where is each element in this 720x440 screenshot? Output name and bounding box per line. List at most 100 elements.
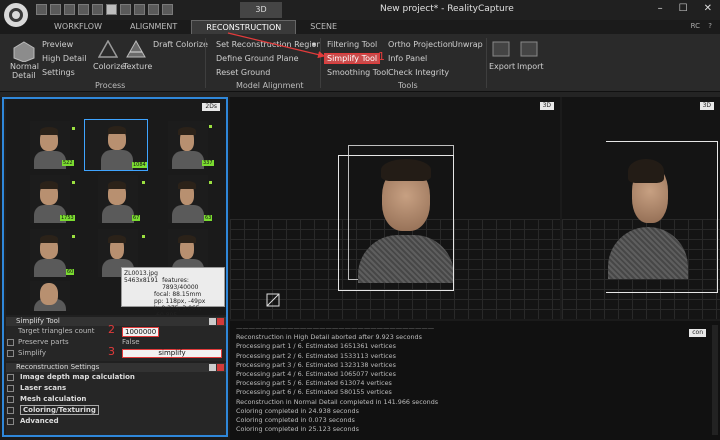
title-bar: 3D New project* - RealityCapture – ☐ ✕ bbox=[0, 0, 720, 27]
maximize-button[interactable]: ☐ bbox=[679, 3, 688, 14]
colorize-button[interactable]: Colorize bbox=[93, 62, 125, 71]
layout-icon[interactable] bbox=[64, 4, 75, 15]
tab-alignment[interactable]: ALIGNMENT bbox=[116, 20, 191, 34]
minimize-button[interactable]: – bbox=[658, 3, 663, 14]
feature-tag: 67 bbox=[132, 215, 141, 221]
panel-title: Reconstruction Settings bbox=[16, 363, 100, 371]
view-badge-console[interactable]: con bbox=[689, 329, 706, 337]
status-dot bbox=[72, 181, 75, 184]
log-line: Reconstruction in Normal Detail complete… bbox=[236, 397, 439, 406]
reset-ground-button[interactable]: Reset Ground bbox=[216, 68, 270, 77]
rc-label: RC bbox=[690, 22, 700, 30]
settings-section[interactable]: Mesh calculation bbox=[6, 394, 226, 405]
image-thumbnail[interactable] bbox=[168, 175, 208, 223]
export-icon bbox=[492, 41, 510, 57]
layout-icon[interactable] bbox=[50, 4, 61, 15]
settings-section[interactable]: Image depth map calculation bbox=[6, 372, 226, 383]
simplify-button[interactable]: simplify bbox=[122, 349, 222, 358]
expand-icon[interactable] bbox=[7, 396, 14, 403]
import-icon bbox=[520, 41, 538, 57]
expand-icon[interactable] bbox=[7, 385, 14, 392]
pin-icon[interactable] bbox=[209, 318, 216, 325]
smoothing-tool-button[interactable]: Smoothing Tool bbox=[327, 68, 388, 77]
log-line: Processing part 6 / 6. Estimated 580155 … bbox=[236, 388, 392, 397]
preserve-parts-value[interactable]: False bbox=[122, 337, 140, 348]
draft-colorize-button[interactable]: Draft Colorize bbox=[153, 40, 208, 49]
feature-tag: 63 bbox=[204, 215, 213, 221]
axis-gizmo-icon bbox=[266, 293, 280, 307]
help-button[interactable]: ? bbox=[708, 22, 712, 30]
layout-icon[interactable] bbox=[78, 4, 89, 15]
left-panel: 2Ds 522 1084 337 1753 67 63 60 63 ZL0013… bbox=[2, 97, 228, 437]
image-tooltip: ZL0013.jpg 5463x8191 features: 7893/4000… bbox=[121, 267, 225, 319]
log-line: Processing part 5 / 6. Estimated 613074 … bbox=[236, 379, 392, 388]
window-title: New project* - RealityCapture bbox=[380, 4, 514, 14]
ortho-projection-button[interactable]: Ortho Projection bbox=[388, 40, 453, 49]
expand-icon[interactable] bbox=[7, 418, 14, 425]
simplify-tool-button[interactable]: Simplify Tool bbox=[324, 53, 381, 64]
layout-icon[interactable] bbox=[36, 4, 47, 15]
layout-icon[interactable] bbox=[106, 4, 117, 15]
view-badge-3d[interactable]: 3D bbox=[539, 102, 554, 110]
right-3d-view[interactable]: 3D bbox=[562, 97, 720, 319]
view-badge-2ds[interactable]: 2Ds bbox=[202, 103, 220, 111]
settings-button[interactable]: Settings bbox=[42, 68, 75, 77]
import-button[interactable]: Import bbox=[517, 62, 544, 71]
group-label-model-alignment: Model Alignment bbox=[236, 81, 304, 90]
feature-tag: 522 bbox=[62, 160, 74, 166]
layout-icon[interactable] bbox=[162, 4, 173, 15]
reconstruction-region-box[interactable] bbox=[338, 155, 454, 291]
status-dot bbox=[142, 235, 145, 238]
chevron-down-icon[interactable]: ▾ bbox=[312, 40, 316, 49]
reconstruction-settings-panel: Reconstruction Settings Image depth map … bbox=[6, 363, 226, 435]
tooltip-features: features: 7893/40000 bbox=[162, 277, 199, 291]
images-2d-view[interactable]: 2Ds 522 1084 337 1753 67 63 60 63 ZL0013… bbox=[6, 99, 226, 319]
export-button[interactable]: Export bbox=[489, 62, 515, 71]
settings-section[interactable]: Coloring/Texturing bbox=[6, 405, 226, 416]
expand-icon[interactable] bbox=[7, 407, 14, 414]
normal-detail-button[interactable]: Normal bbox=[10, 62, 39, 71]
tab-scene[interactable]: SCENE bbox=[296, 20, 351, 34]
console-scrollbar[interactable] bbox=[712, 325, 718, 435]
expand-icon[interactable] bbox=[7, 374, 14, 381]
info-panel-button[interactable]: Info Panel bbox=[388, 54, 427, 63]
console-log: Reconstruction in High Detail aborted af… bbox=[236, 333, 714, 434]
check-integrity-button[interactable]: Check Integrity bbox=[388, 68, 449, 77]
tab-workflow[interactable]: WORKFLOW bbox=[40, 20, 116, 34]
filtering-tool-button[interactable]: Filtering Tool bbox=[327, 40, 377, 49]
ribbon-tabs: WORKFLOW ALIGNMENT RECONSTRUCTION SCENE bbox=[40, 20, 351, 34]
view-badge-3d[interactable]: 3D bbox=[699, 102, 714, 110]
property-row-target-triangles: Target triangles count 1000000 2 bbox=[6, 324, 226, 337]
layout-icon[interactable] bbox=[148, 4, 159, 15]
settings-section[interactable]: Advanced bbox=[6, 416, 226, 427]
layout-icon[interactable] bbox=[120, 4, 131, 15]
high-detail-button[interactable]: High Detail bbox=[42, 54, 87, 63]
status-dot bbox=[209, 181, 212, 184]
close-icon[interactable] bbox=[217, 318, 224, 325]
tab-reconstruction[interactable]: RECONSTRUCTION bbox=[191, 20, 297, 34]
property-row-simplify: Simplify 3 simplify bbox=[6, 346, 226, 359]
view-tab-3d[interactable]: 3D bbox=[240, 2, 282, 18]
define-ground-plane-button[interactable]: Define Ground Plane bbox=[216, 54, 299, 63]
normal-detail-label: Detail bbox=[12, 71, 36, 80]
close-icon[interactable] bbox=[217, 364, 224, 371]
layout-icon[interactable] bbox=[134, 4, 145, 15]
image-thumbnail[interactable] bbox=[30, 281, 70, 311]
layout-icon[interactable] bbox=[92, 4, 103, 15]
feature-tag: 337 bbox=[202, 160, 214, 166]
expand-icon[interactable] bbox=[7, 350, 14, 357]
preview-button[interactable]: Preview bbox=[42, 40, 73, 49]
pin-icon[interactable] bbox=[209, 364, 216, 371]
unwrap-button[interactable]: Unwrap bbox=[452, 40, 483, 49]
target-triangles-input[interactable]: 1000000 bbox=[122, 327, 160, 337]
ribbon-separator bbox=[205, 38, 206, 88]
window-controls: – ☐ ✕ bbox=[658, 3, 712, 14]
close-button[interactable]: ✕ bbox=[704, 3, 712, 14]
image-thumbnail[interactable] bbox=[30, 229, 70, 277]
app-logo-icon[interactable] bbox=[4, 3, 28, 27]
center-3d-view[interactable]: 3D bbox=[230, 97, 560, 319]
settings-section[interactable]: Laser scans bbox=[6, 383, 226, 394]
set-reconstruction-region-button[interactable]: Set Reconstruction Region bbox=[216, 40, 321, 49]
texture-button[interactable]: Texture bbox=[123, 62, 152, 71]
expand-icon[interactable] bbox=[7, 339, 14, 346]
